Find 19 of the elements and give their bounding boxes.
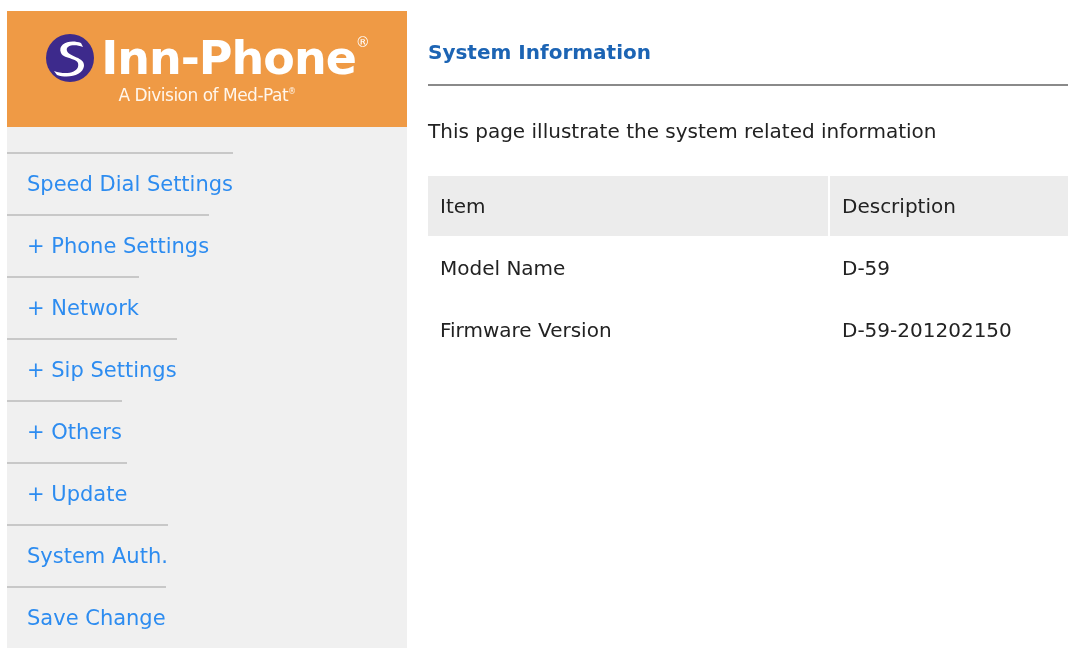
menu-link[interactable]: System Auth. (7, 524, 168, 586)
table-cell-text: Model Name (439, 255, 567, 282)
menu-link[interactable]: + Network (7, 276, 139, 338)
table-cell-text: D-59-201202150 (841, 317, 1013, 344)
column-header: Description (830, 176, 1068, 236)
page-title: System Information (428, 11, 1068, 86)
page-description: This page illustrate the system related information (428, 118, 938, 145)
menu-link[interactable]: + Others (7, 400, 122, 462)
table-cell-text: Firmware Version (439, 317, 613, 344)
menu-link[interactable]: Speed Dial Settings (7, 152, 234, 214)
menu-link[interactable]: + Update (7, 462, 128, 524)
menu-link[interactable]: + Phone Settings (7, 214, 210, 276)
column-header: Item (428, 176, 830, 236)
logo-tagline: A Division of Med-Pat$^{®}$ (118, 85, 296, 105)
logo-icon (45, 33, 96, 83)
menu-link[interactable]: + Sip Settings (7, 338, 177, 400)
table-cell-text: D-59 (841, 255, 892, 282)
menu-link[interactable]: Save Change (7, 586, 166, 648)
logo-name: Inn-Phone$^{®}$ (101, 35, 369, 81)
